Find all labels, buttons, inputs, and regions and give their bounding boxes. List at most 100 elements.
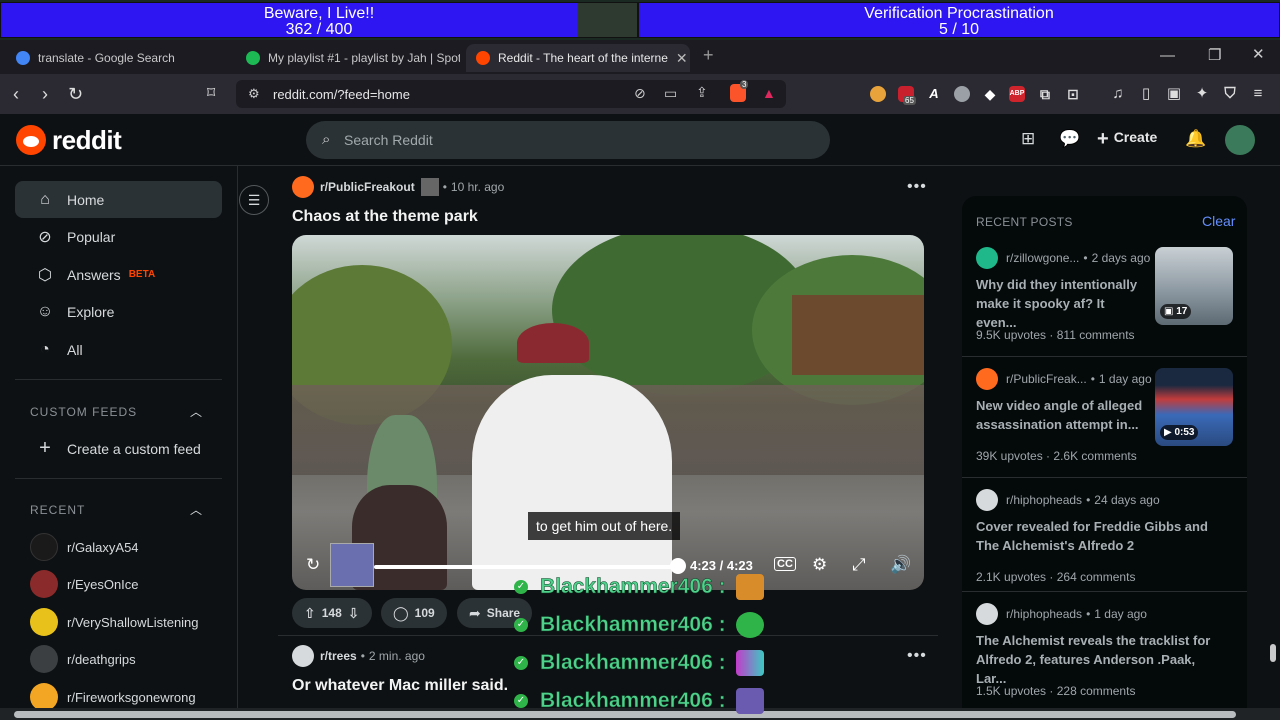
sidebar-item-popular[interactable]: ⊘ Popular [15,218,222,255]
chevron-up-icon[interactable]: ︿ [190,403,202,420]
recent-post-item[interactable]: r/hiphopheads • 1 day ago The Alchemist … [962,603,1247,703]
wallet-icon[interactable]: ▣ [1166,86,1182,102]
forward-icon[interactable]: › [42,84,48,104]
reddit-wordmark[interactable]: reddit [52,125,122,156]
vertical-scrollbar[interactable] [1268,166,1278,706]
address-bar[interactable]: ⚙ reddit.com/?feed=home ⊘ ▭ ⇪ 3 ▲ [236,80,786,108]
meta-separator: • [1086,607,1091,621]
recent-post-title[interactable]: Why did they intentionally make it spook… [976,275,1146,332]
post-subreddit-link[interactable]: r/trees [320,649,357,663]
sidebar-toggle-icon[interactable]: ▯ [1138,86,1154,102]
tab-label: My playlist #1 - playlist by Jah | Spoti [268,51,460,65]
new-tab-button[interactable]: + [703,45,714,66]
post-options-icon[interactable]: ••• [907,178,927,196]
screenshot-icon[interactable]: ⊡ [1065,86,1081,102]
subreddit-avatar[interactable] [292,176,314,198]
sidebar-item-explore[interactable]: ☺ Explore [15,293,222,330]
media-controls-icon[interactable]: ♫ [1110,86,1126,102]
recent-post-title[interactable]: Cover revealed for Freddie Gibbs and The… [976,517,1226,555]
recent-post-subreddit[interactable]: r/hiphopheads [1006,493,1082,507]
recent-post-thumbnail[interactable]: ▶ 0:53 [1155,368,1233,446]
extension-diamond-icon[interactable]: ◆ [982,86,998,102]
tab-spotify[interactable]: My playlist #1 - playlist by Jah | Spoti [236,44,460,72]
subreddit-avatar [30,533,58,561]
adblock-plus-icon[interactable]: ABP [1009,86,1025,102]
sidebar-item-veryshallowlistening[interactable]: r/VeryShallowListening [30,607,199,637]
recent-header[interactable]: RECENT [30,503,85,517]
collapse-sidebar-button[interactable]: ☰ [239,185,269,215]
recent-post-item[interactable]: r/hiphopheads • 24 days ago Cover reveal… [962,489,1247,589]
create-post-button[interactable]: + Create [1097,128,1157,151]
create-custom-feed-button[interactable]: + Create a custom feed [15,430,222,467]
recent-post-item[interactable]: r/zillowgone... • 2 days ago Why did the… [962,247,1247,357]
chat-icon[interactable]: 💬 [1059,129,1080,149]
chat-emote-icon [735,574,764,600]
video-player[interactable]: to get him out of here. ↻ 4:23 / 4:23 CC… [292,235,924,590]
scrollbar-thumb[interactable] [1270,644,1276,662]
extension-ak-icon[interactable]: A [926,86,942,102]
bookmark-icon[interactable]: ⌑ [207,84,215,104]
window-close-icon[interactable]: ✕ [1252,45,1265,63]
notifications-bell-icon[interactable]: 🔔 [1185,129,1206,149]
recent-post-thumbnail[interactable]: ▣ 17 [1155,247,1233,325]
search-icon: ⌕ [322,131,331,148]
extensions-puzzle-icon[interactable]: ⧉ [1037,86,1053,102]
sidebar-item-all[interactable]: ◔ All [15,331,222,368]
leo-ai-icon[interactable]: ✦ [1194,86,1210,102]
search-input[interactable] [344,130,804,150]
upvote-icon[interactable]: ⇧ [304,605,316,622]
brave-rewards-icon[interactable]: ▲ [762,85,776,101]
goal-right-title: Verification Procrastination [864,5,1054,22]
post-title[interactable]: Chaos at the theme park [292,208,478,226]
clear-recent-button[interactable]: Clear [1202,213,1235,229]
share-page-icon[interactable]: ⇪ [696,84,708,101]
captions-icon[interactable]: CC [774,557,796,571]
close-tab-icon[interactable]: ✕ [668,50,688,67]
sidebar-item-deathgrips[interactable]: r/deathgrips [30,644,136,674]
recent-post-item[interactable]: r/PublicFreak... • 1 day ago New video a… [962,368,1247,478]
vote-count: 148 [321,606,342,620]
downvote-icon[interactable]: ⇩ [348,605,360,622]
recent-post-title[interactable]: The Alchemist reveals the tracklist for … [976,631,1226,688]
recent-post-time: 2 days ago [1091,251,1151,265]
fullscreen-icon[interactable]: ⤢ [852,555,866,575]
sidebar-item-home[interactable]: ⌂ Home [15,181,222,218]
reload-icon[interactable]: ↻ [68,84,83,104]
chat-username: Blackhammer406 : [540,575,726,599]
menu-icon[interactable]: ≡ [1250,86,1266,102]
volume-icon[interactable]: 🔊 [890,555,911,575]
tab-google-search[interactable]: translate - Google Search [6,44,230,72]
reddit-logo-icon[interactable] [16,125,46,155]
sidebar-item-answers[interactable]: ⬡ Answers BETA [15,256,222,293]
chevron-up-icon[interactable]: ︿ [190,501,202,518]
custom-feeds-header[interactable]: CUSTOM FEEDS [30,405,137,419]
extension-acorn-icon[interactable] [870,86,886,102]
back-icon[interactable]: ‹ [13,84,19,104]
media-off-icon[interactable]: ⊘ [634,85,646,102]
minimize-icon[interactable]: — [1160,47,1175,64]
post-title[interactable]: Or whatever Mac miller said. [292,677,508,695]
tab-reddit[interactable]: Reddit - The heart of the interne ✕ [466,44,690,72]
vpn-shield-icon[interactable]: ⛉ [1222,86,1238,102]
url-text: reddit.com/?feed=home [273,87,410,102]
extension-circle-icon[interactable] [954,86,970,102]
post-options-icon[interactable]: ••• [907,647,927,665]
user-avatar[interactable] [1225,125,1255,155]
restore-icon[interactable]: ❐ [1208,46,1221,64]
advertise-icon[interactable]: ⊞ [1021,129,1035,149]
search-bar[interactable]: ⌕ [306,121,830,159]
settings-gear-icon[interactable]: ⚙ [812,555,827,575]
comments-button[interactable]: ◯ 109 [381,598,447,628]
subreddit-avatar[interactable] [292,645,314,667]
cast-icon[interactable]: ▭ [664,85,677,102]
replay-icon[interactable]: ↻ [306,555,320,575]
sidebar-item-galaxya54[interactable]: r/GalaxyA54 [30,532,139,562]
video-seek-bar[interactable] [374,565,678,569]
recent-post-subreddit[interactable]: r/PublicFreak... [1006,372,1087,386]
recent-post-title[interactable]: New video angle of alleged assassination… [976,396,1146,434]
site-info-icon[interactable]: ⚙ [248,86,260,102]
recent-post-subreddit[interactable]: r/zillowgone... [1006,251,1079,265]
recent-post-subreddit[interactable]: r/hiphopheads [1006,607,1082,621]
post-subreddit-link[interactable]: r/PublicFreakout [320,180,415,194]
sidebar-item-eyesonice[interactable]: r/EyesOnIce [30,569,139,599]
